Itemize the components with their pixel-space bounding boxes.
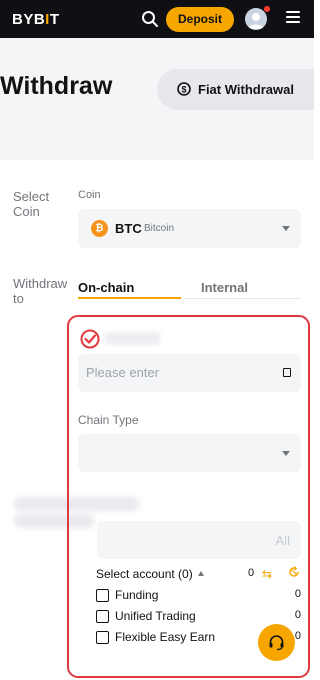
logo-text-main: BYB — [12, 11, 46, 28]
top-navigation-bar: BYBIT Deposit — [0, 0, 314, 38]
coin-symbol: BTC — [115, 221, 142, 236]
coin-field-label: Coin — [78, 189, 101, 201]
tab-on-chain-withdrawal[interactable]: On-chain Withdrawal — [78, 278, 178, 298]
coin-select[interactable]: ₿ BTC Bitcoin — [78, 209, 301, 248]
btc-icon: ₿ — [91, 220, 108, 237]
avatar[interactable] — [245, 8, 267, 30]
active-tab-indicator — [78, 297, 181, 299]
fiat-coin-icon: $ — [177, 82, 191, 96]
page-title: Withdraw — [0, 72, 113, 100]
tab-divider — [181, 298, 301, 299]
menu-icon[interactable] — [286, 11, 300, 25]
select-coin-label: Select Coin — [13, 189, 50, 219]
bybit-logo[interactable]: BYBIT — [12, 11, 60, 28]
tab-internal-label: Internal Transfer — [201, 280, 248, 295]
fiat-withdrawal-button[interactable]: $ Fiat Withdrawal — [157, 69, 314, 110]
fiat-withdrawal-label: Fiat Withdrawal — [198, 82, 294, 97]
coin-name: Bitcoin — [144, 223, 175, 234]
logo-text-end: T — [49, 11, 60, 28]
withdraw-to-label: Withdraw to — [13, 276, 68, 306]
chevron-down-icon — [282, 226, 290, 231]
tab-on-chain-label: On-chain Withdrawal — [78, 280, 135, 295]
search-icon[interactable] — [140, 9, 160, 29]
highlight-frame — [67, 315, 310, 678]
notification-dot — [264, 6, 270, 12]
tab-internal-transfer[interactable]: Internal Transfer — [201, 278, 261, 298]
svg-text:$: $ — [181, 84, 186, 94]
deposit-button[interactable]: Deposit — [166, 7, 234, 32]
